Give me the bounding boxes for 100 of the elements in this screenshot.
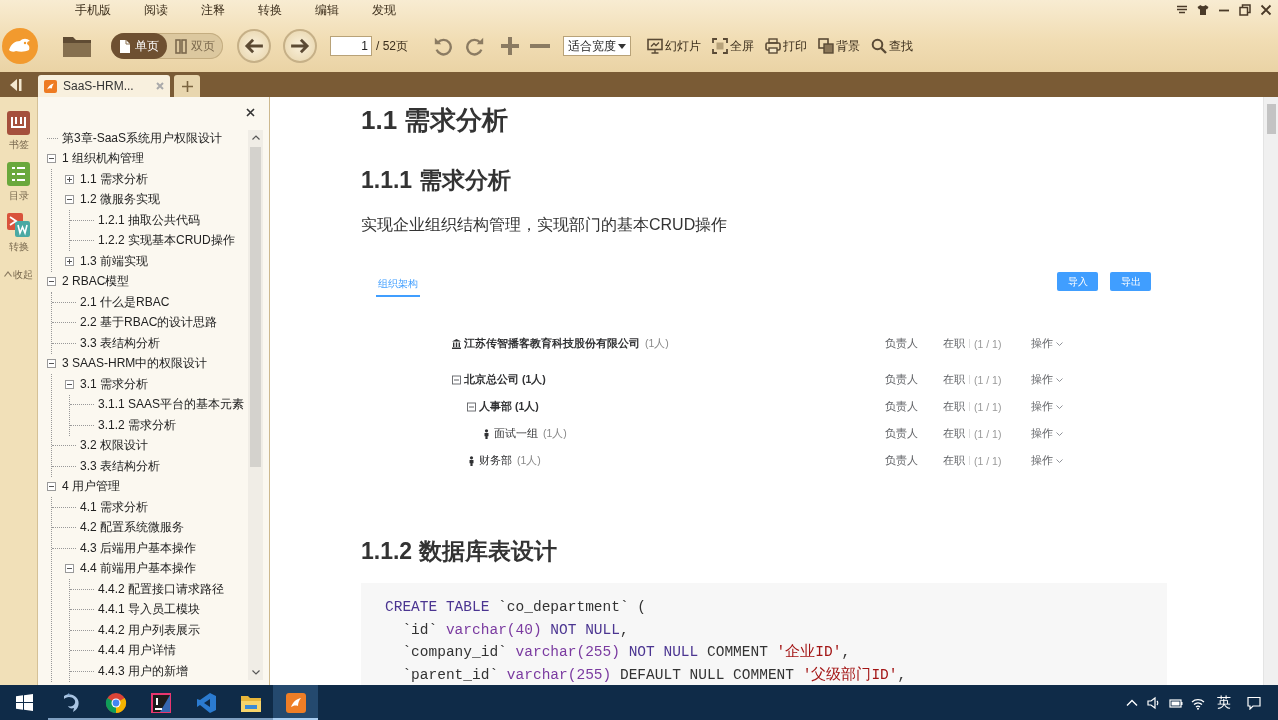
arrow-left-icon[interactable] [244,38,264,54]
plus-box-icon[interactable] [65,256,74,266]
dark-tile-icon[interactable] [149,691,172,714]
chevron-down-icon[interactable] [1056,404,1063,409]
toc-item[interactable]: 1.2.1 抽取公共代码 [97,211,201,229]
toc-item[interactable]: 3.3 表结构分析 [79,457,160,475]
actions-dropdown[interactable]: 操作 [1031,453,1065,468]
menu-item[interactable]: 转换 [258,1,282,19]
zoom-select[interactable]: 适合宽度 [563,36,631,56]
plus-box-icon[interactable] [65,174,74,184]
input-language-indicator[interactable]: 英 [1217,693,1231,712]
back-button[interactable] [237,29,271,63]
toc-item[interactable]: 2 RBAC模型 [61,273,130,291]
close-icon[interactable] [1260,4,1272,16]
actions-dropdown[interactable]: 操作 [1031,399,1065,414]
toc-item[interactable]: 4.4.2 配置接口请求路径 [97,580,225,598]
minus-box-icon[interactable] [452,374,461,385]
toc-item[interactable]: 4.4 前端用户基本操作 [79,560,196,578]
zoom-in-icon[interactable] [501,37,519,55]
toolbar-button[interactable]: 幻灯片 [647,37,701,55]
actions-dropdown[interactable]: 操作 [1031,372,1065,387]
menu-item[interactable]: 编辑 [315,1,339,19]
speaker-icon[interactable] [1147,695,1161,710]
chevron-down-icon[interactable] [1056,377,1063,382]
minus-box-icon[interactable] [65,564,74,574]
zoom-out-icon[interactable] [530,43,550,49]
minus-box-icon[interactable] [65,379,74,389]
layers-icon[interactable] [818,38,834,54]
toc-item[interactable]: 第3章-SaaS系统用户权限设计 [61,129,223,147]
actions-dropdown[interactable]: 操作 [1031,336,1065,351]
arrow-right-icon[interactable] [290,38,310,54]
toc-item[interactable]: 3.1 需求分析 [79,375,148,393]
toc-item[interactable]: 1.2.2 实现基本CRUD操作 [97,232,235,250]
toc-item[interactable]: 3.1.2 需求分析 [97,416,177,434]
toc-item[interactable]: 4.4.4 用户详情 [97,642,177,660]
sidebar-label[interactable]: 书签 [8,139,29,151]
two-columns-icon[interactable] [175,38,187,54]
taskbar-button[interactable] [273,685,318,720]
scroll-up-icon[interactable] [251,135,260,140]
plus-icon[interactable] [181,80,193,92]
scroll-down-icon[interactable] [251,670,260,675]
restore-icon[interactable] [1239,4,1251,16]
ribbon-icon[interactable] [194,691,217,714]
toolbar-button[interactable]: 查找 [871,37,913,55]
menu-item[interactable]: 阅读 [144,1,168,19]
minus-box-icon[interactable] [65,195,74,205]
toc-item[interactable]: 3.2 权限设计 [79,437,148,455]
rotate-left-icon[interactable] [433,36,453,56]
minus-box-icon[interactable] [47,482,56,492]
shirt-icon[interactable] [1197,4,1209,16]
toolbar-button[interactable]: 全屏 [712,37,754,55]
toc-item[interactable]: 4.3 后端用户基本操作 [79,539,196,557]
toc-item[interactable]: 4.4.1 导入员工模块 [97,601,201,619]
sidebar-label[interactable]: 收起 [13,269,33,281]
chevron-down-icon[interactable] [1056,431,1063,436]
sidebar-label[interactable]: 转换 [8,241,29,253]
document-tab[interactable]: SaaS-HRM... [38,75,170,97]
caret-up-icon[interactable] [4,270,12,277]
menu-icon[interactable] [1176,4,1188,16]
toc-item[interactable]: 1.2 微服务实现 [79,191,160,209]
actions-dropdown[interactable]: 操作 [1031,426,1065,441]
toc-item[interactable]: 3 SAAS-HRM中的权限设计 [61,355,208,373]
minus-box-icon[interactable] [467,401,476,412]
toc-item[interactable]: 4.2 配置系统微服务 [79,519,184,537]
chevron-down-icon[interactable] [1056,341,1063,346]
circle-logo-icon[interactable] [104,691,127,714]
book-icon[interactable] [6,110,31,136]
menu-item[interactable]: 手机版 [75,1,111,19]
scroll-thumb[interactable] [1266,104,1276,134]
arrow-bar-icon[interactable] [8,77,24,93]
toc-item[interactable]: 2.2 基于RBAC的设计思路 [79,314,218,332]
monitor-icon[interactable] [647,38,663,54]
toc-item[interactable]: 4.4.3 用户的新增 [97,662,189,680]
caret-down-icon[interactable] [618,43,626,49]
toc-item[interactable]: 3.1.1 SAAS平台的基本元素 [97,396,245,414]
toc-item[interactable]: 4 用户管理 [61,478,120,496]
expand-corners-icon[interactable] [712,38,728,54]
menu-item[interactable]: 注释 [201,1,225,19]
rotate-right-icon[interactable] [465,36,485,56]
toc-item[interactable]: 1.3 前端实现 [79,252,148,270]
forward-button[interactable] [283,29,317,63]
scroll-thumb[interactable] [250,147,261,467]
toc-item[interactable]: 2.1 什么是RBAC [79,293,170,311]
toc-item[interactable]: 4.1 需求分析 [79,498,148,516]
document-tiles-icon[interactable] [6,212,31,238]
chevron-down-icon[interactable] [1056,458,1063,463]
folder-icon[interactable] [62,34,92,58]
toc-item[interactable]: 1 组织机构管理 [61,150,144,168]
app-tile-icon[interactable] [284,691,307,714]
toc-item[interactable]: 1.1 需求分析 [79,170,148,188]
toolbar-button[interactable]: 打印 [765,37,807,55]
toolbar-button[interactable]: 背景 [818,37,860,55]
sidebar-label[interactable]: 目录 [8,190,29,202]
search-icon[interactable] [871,38,887,54]
minus-box-icon[interactable] [47,359,56,369]
menu-item[interactable]: 发现 [372,1,396,19]
toc-item[interactable]: 4.4.2 用户列表展示 [97,621,201,639]
new-tab-button[interactable] [174,75,200,97]
minus-box-icon[interactable] [47,277,56,287]
printer-icon[interactable] [765,38,781,54]
